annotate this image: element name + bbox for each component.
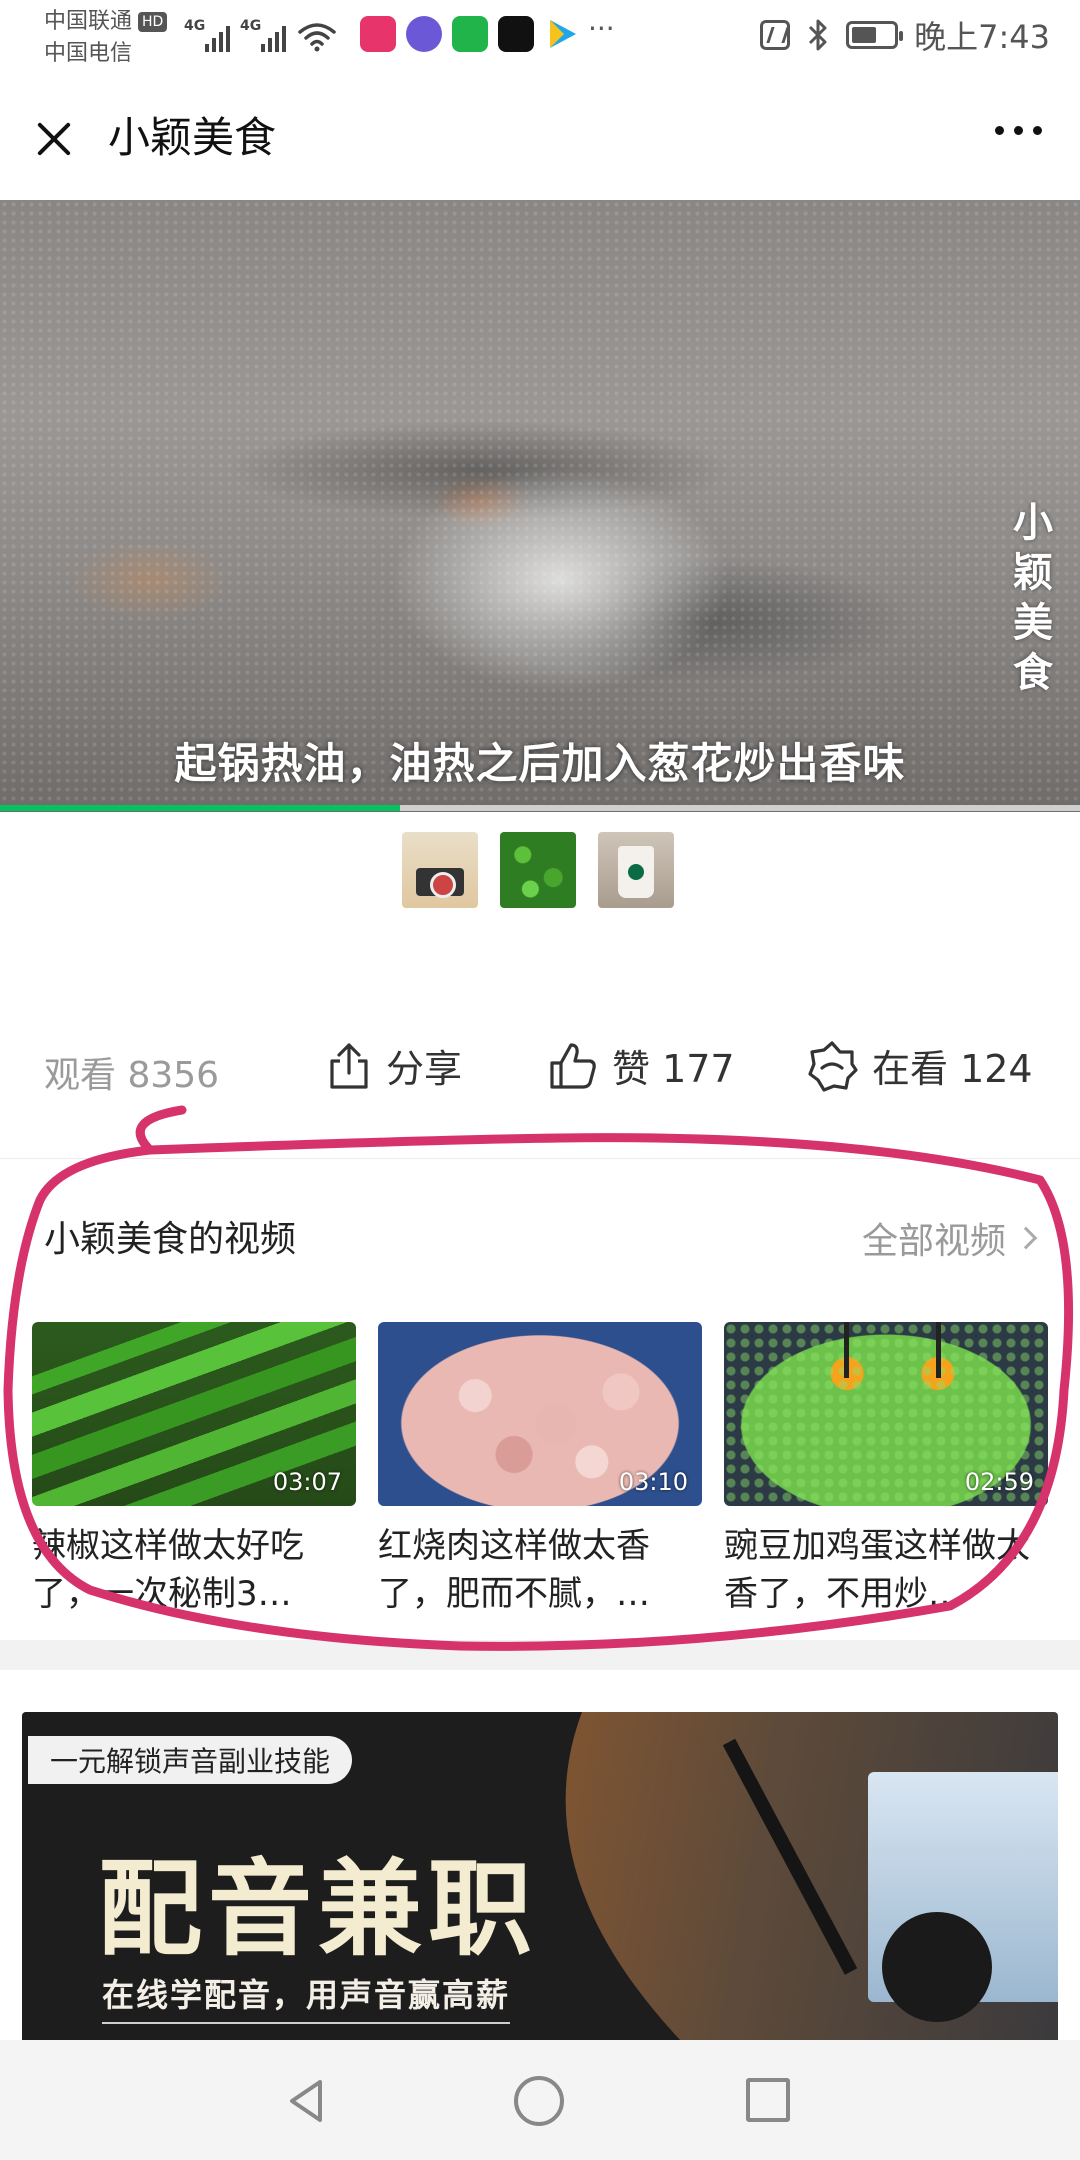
section-separator xyxy=(0,1640,1080,1670)
chat-app-icon xyxy=(406,16,442,52)
notification-app-icons xyxy=(360,16,580,52)
video-card[interactable]: 03:07 辣椒这样做太好吃了，一次秘制3… xyxy=(32,1322,356,1618)
video-card[interactable]: 02:59 豌豆加鸡蛋这样做太香了，不用炒… xyxy=(724,1322,1048,1618)
all-videos-label: 全部视频 xyxy=(861,1221,1006,1262)
chopstick-shape xyxy=(936,1322,941,1378)
video-title: 红烧肉这样做太香了，肥而不腻，… xyxy=(378,1526,650,1614)
video-thumbnail: 03:07 xyxy=(32,1322,356,1506)
status-right: 晚上7:43 xyxy=(760,12,1050,58)
video-player[interactable]: 小颖美食 起锅热油，油热之后加入葱花炒出香味 xyxy=(0,200,1080,812)
video-title: 豌豆加鸡蛋这样做太香了，不用炒… xyxy=(724,1526,1030,1614)
video-duration: 02:59 xyxy=(964,1468,1034,1496)
divider xyxy=(0,1158,1080,1159)
more-notifications-icon: ··· xyxy=(588,12,615,45)
video-duration: 03:07 xyxy=(272,1468,342,1496)
recent-apps-nav-icon[interactable] xyxy=(746,2078,790,2122)
title-bar: 小颖美食 xyxy=(0,70,1080,200)
video-card[interactable]: 03:10 红烧肉这样做太香了，肥而不腻，… xyxy=(378,1322,702,1618)
hd-badge: HD xyxy=(138,12,168,32)
article-page: 中国联通 HD 中国电信 4G 4G ··· 晚上7:43 小颖美食 小颖美食 … xyxy=(0,0,1080,2160)
status-bar: 中国联通 HD 中国电信 4G 4G ··· 晚上7:43 xyxy=(0,0,1080,70)
bluetooth-icon xyxy=(809,19,827,51)
channel-videos-heading: 小颖美食的视频 xyxy=(44,1219,297,1260)
video-progress-bar[interactable] xyxy=(0,805,1080,811)
home-nav-icon[interactable] xyxy=(514,2076,564,2126)
microphone-icon xyxy=(882,1912,992,2022)
system-navigation-bar xyxy=(0,2040,1080,2160)
music-app-icon xyxy=(360,16,396,52)
ad-subline: 在线学配音，用声音赢高薪 xyxy=(102,1970,511,2024)
watching-button[interactable]: 在看 124 xyxy=(806,1038,1033,1093)
watching-icon xyxy=(808,1040,858,1092)
signal-icon: 4G xyxy=(184,18,230,52)
video-progress-fill xyxy=(0,805,400,811)
battery-icon xyxy=(846,21,904,49)
video-title: 辣椒这样做太好吃了，一次秘制3… xyxy=(32,1526,304,1614)
carrier-2-label: 中国电信 xyxy=(44,41,133,66)
ad-tag: 一元解锁声音副业技能 xyxy=(28,1736,353,1784)
channel-video-list: 03:07 辣椒这样做太好吃了，一次秘制3… 03:10 红烧肉这样做太香了，肥… xyxy=(32,1322,1048,1618)
tiktok-app-icon xyxy=(498,16,534,52)
share-label: 分享 xyxy=(386,1047,463,1091)
video-subtitle: 起锅热油，油热之后加入葱花炒出香味 xyxy=(174,739,906,788)
chevron-right-icon xyxy=(1014,1226,1038,1250)
moss-sticker[interactable] xyxy=(500,832,576,908)
signal-group: 4G 4G xyxy=(184,16,336,52)
video-thumbnail: 03:10 xyxy=(378,1322,702,1506)
carrier-1-label: 中国联通 xyxy=(44,9,133,34)
like-button[interactable]: 赞 177 xyxy=(548,1038,735,1093)
view-count: 观看 8356 xyxy=(44,1055,220,1096)
nfc-icon xyxy=(760,20,791,50)
network-type-1: 4G xyxy=(184,18,206,34)
video-app-icon xyxy=(550,20,576,48)
video-watermark: 小颖美食 xyxy=(1013,500,1053,696)
more-menu-icon[interactable] xyxy=(995,126,1042,135)
carrier-1: 中国联通 HD xyxy=(44,8,168,36)
coffee-cup-sticker[interactable] xyxy=(598,832,674,908)
network-type-2: 4G xyxy=(240,18,262,34)
video-duration: 03:10 xyxy=(618,1468,688,1496)
share-icon xyxy=(330,1042,368,1089)
signal-icon: 4G xyxy=(240,18,286,52)
iqiyi-app-icon xyxy=(452,16,488,52)
status-time: 晚上7:43 xyxy=(914,18,1050,56)
wifi-icon xyxy=(298,23,336,52)
ad-headline: 配音兼职 xyxy=(98,1847,539,1970)
share-button[interactable]: 分享 xyxy=(326,1038,462,1093)
sticker-row xyxy=(402,832,674,908)
stats-row: 观看 8356 分享 赞 177 在看 124 xyxy=(0,1030,1080,1110)
page-title: 小颖美食 xyxy=(108,113,277,162)
watching-label: 在看 124 xyxy=(872,1047,1033,1091)
chopstick-shape xyxy=(844,1322,849,1378)
all-videos-link[interactable]: 全部视频 xyxy=(861,1212,1038,1264)
ad-banner[interactable]: 一元解锁声音副业技能 配音兼职 在线学配音，用声音赢高薪 xyxy=(22,1712,1058,2042)
like-label: 赞 177 xyxy=(612,1047,735,1091)
back-nav-icon[interactable] xyxy=(286,2078,326,2124)
close-icon[interactable] xyxy=(30,115,78,163)
camera-sticker[interactable] xyxy=(402,832,478,908)
video-thumbnail: 02:59 xyxy=(724,1322,1048,1506)
thumbs-up-icon xyxy=(550,1042,596,1089)
